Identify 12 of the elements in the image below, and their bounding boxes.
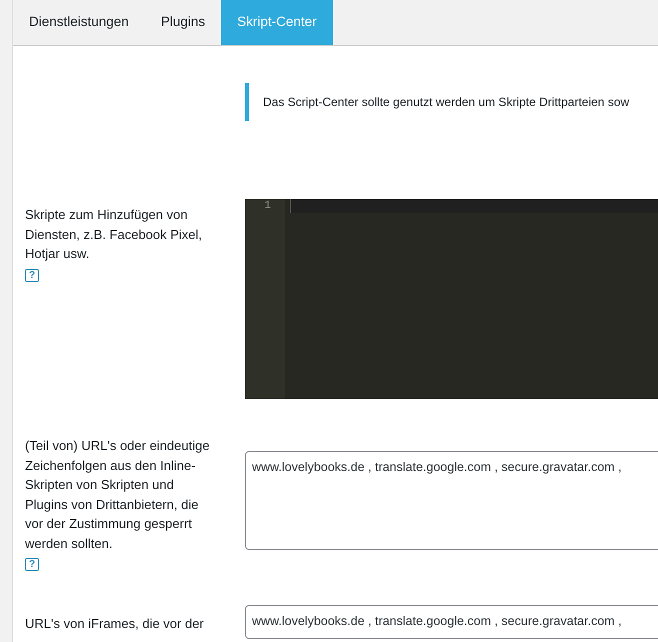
tab[interactable]: Plugins [144, 0, 222, 45]
field-label: Skripte zum Hinzufügen von Diensten, z.B. Facebook Pixel, Hotjar usw. [25, 206, 204, 263]
tab[interactable]: Dienstleistungen [13, 0, 145, 45]
code-editor[interactable]: 1 [245, 199, 658, 399]
text-area[interactable]: www.lovelybooks.de , translate.google.com , secure.gravatar.com , [245, 451, 658, 550]
field-label: (Teil von) URL's oder eindeutige Zeichenfolgen aus den Inline-Skripten von Skripten und Plugins von Drittanbietern, die vor der Zustimmung gesperrt werden sollten. [25, 437, 211, 552]
field-label: URL's von iFrames, die vor der [25, 615, 205, 633]
help-icon[interactable]: ? [25, 558, 39, 571]
line-number: 1 [263, 199, 271, 213]
text-area[interactable]: www.lovelybooks.de , translate.google.com , secure.gravatar.com , [245, 605, 658, 639]
help-icon[interactable]: ? [25, 268, 39, 282]
info-notice: Das Script-Center sollte genutzt werden um Skripte Drittparteien sow [245, 83, 658, 121]
